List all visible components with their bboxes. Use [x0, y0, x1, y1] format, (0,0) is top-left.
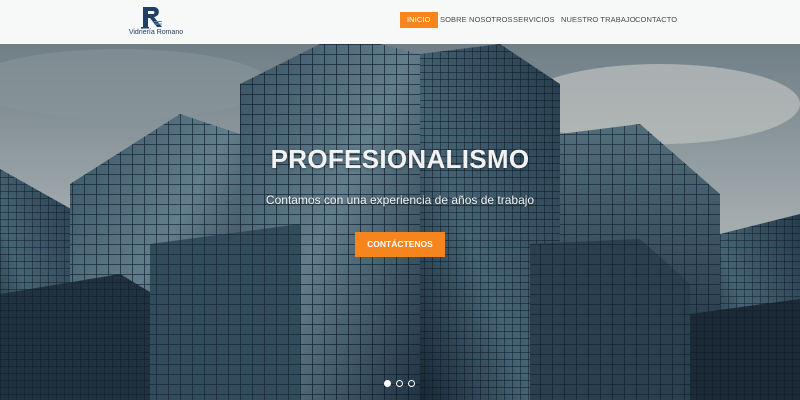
site-header: Vidriería Romano INICIO SOBRE NOSOTROS S… — [0, 0, 800, 44]
nav-item-inicio[interactable]: INICIO — [400, 12, 438, 28]
logo-text: Vidriería Romano — [128, 29, 184, 36]
nav-item-contacto[interactable]: CONTACTO — [628, 12, 684, 28]
logo-mark-icon — [141, 7, 162, 29]
slider-dot-1[interactable] — [384, 380, 391, 387]
slider-dot-3[interactable] — [408, 380, 415, 387]
hero-overlay — [0, 44, 800, 400]
logo[interactable]: Vidriería Romano — [116, 5, 196, 39]
hero-subtitle: Contamos con una experiencia de años de … — [265, 193, 535, 207]
slider-dot-2[interactable] — [396, 380, 403, 387]
hero-title: PROFESIONALISMO — [270, 144, 530, 174]
hero-slider: PROFESIONALISMO Contamos con una experie… — [0, 44, 800, 400]
contact-cta-button[interactable]: CONTÁCTENOS — [355, 232, 445, 257]
